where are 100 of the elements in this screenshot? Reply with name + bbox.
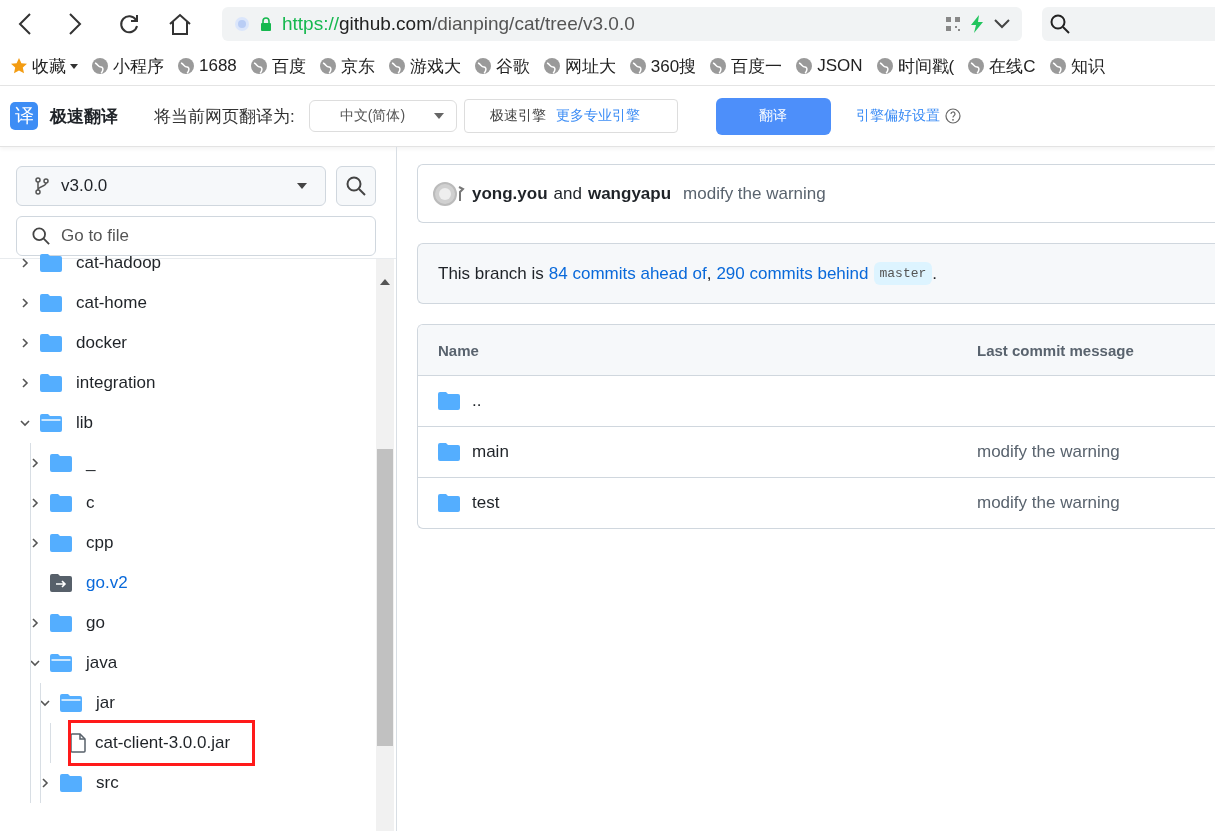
file-name-link[interactable]: test xyxy=(472,493,500,513)
globe-icon xyxy=(1048,57,1067,75)
browser-search-field[interactable] xyxy=(1042,6,1215,41)
chevron-right-icon[interactable] xyxy=(29,537,41,549)
scroll-up-icon[interactable] xyxy=(380,279,390,285)
bookmark-item[interactable]: 百度 xyxy=(249,54,306,78)
tree-item[interactable]: java xyxy=(0,643,376,683)
folder-icon xyxy=(40,334,62,352)
chevron-right-icon[interactable] xyxy=(29,457,41,469)
branch-select[interactable]: v3.0.0 xyxy=(16,166,326,206)
bookmark-item[interactable]: 百度一 xyxy=(709,54,783,78)
qr-code-icon[interactable] xyxy=(946,16,960,31)
bookmark-item[interactable]: 时间戳( xyxy=(875,54,955,78)
chevron-right-icon[interactable] xyxy=(19,257,31,269)
chevron-right-icon[interactable] xyxy=(19,297,31,309)
folder-icon xyxy=(60,774,82,792)
bookmark-item[interactable]: 网址大 xyxy=(542,54,616,78)
language-select[interactable]: 中文(简体) xyxy=(308,100,457,132)
tree-item[interactable]: cpp xyxy=(0,523,376,563)
chevron-down-icon[interactable] xyxy=(994,18,1010,29)
tree-item[interactable]: _ xyxy=(0,443,376,483)
globe-icon xyxy=(875,57,894,75)
joiner-text: and xyxy=(553,183,582,204)
translate-title: 极速翻译 xyxy=(50,105,118,128)
help-icon[interactable] xyxy=(944,108,961,124)
globe-icon xyxy=(795,57,814,75)
folder-arrow-icon xyxy=(50,574,72,592)
behind-link[interactable]: 290 commits behind xyxy=(716,263,869,284)
globe-icon xyxy=(249,57,268,75)
file-icon xyxy=(70,733,86,753)
bookmark-item[interactable]: 游戏大 xyxy=(387,54,461,78)
chevron-down-icon[interactable] xyxy=(19,417,31,429)
engine-label: 极速引擎 xyxy=(489,107,546,125)
globe-icon xyxy=(91,57,109,75)
globe-icon xyxy=(628,57,647,75)
author-link[interactable]: wangyapu xyxy=(587,183,672,204)
home-icon[interactable] xyxy=(168,12,192,35)
column-header: Last commit message xyxy=(977,341,1134,359)
commit-message-link[interactable]: modify the warning xyxy=(977,442,1120,462)
reload-icon[interactable] xyxy=(118,12,140,35)
bookmark-item[interactable]: JSON xyxy=(795,56,863,76)
site-icon xyxy=(234,15,250,32)
globe-icon xyxy=(318,57,337,75)
tree-item[interactable]: cat-home xyxy=(0,283,376,323)
period-text: . xyxy=(932,263,938,284)
globe-icon xyxy=(709,57,728,75)
tree-item[interactable]: jar xyxy=(0,683,376,723)
bookmark-item[interactable]: 小程序 xyxy=(91,54,164,78)
branch-tag: master xyxy=(873,262,933,285)
file-name-link[interactable]: .. xyxy=(472,391,482,411)
folder-icon xyxy=(50,534,72,552)
chevron-right-icon[interactable] xyxy=(29,497,41,509)
bookmark-item[interactable]: 谷歌 xyxy=(473,54,530,78)
author-link[interactable]: yong.you xyxy=(472,183,548,204)
forward-icon[interactable] xyxy=(68,12,82,35)
tree-item[interactable]: lib xyxy=(0,403,376,443)
address-bar[interactable]: https://github.com/dianping/cat/tree/v3.0.0 xyxy=(222,6,1022,41)
folder-icon xyxy=(40,294,62,312)
bookmark-item[interactable]: 在线C xyxy=(967,54,1036,78)
bookmark-item[interactable]: 360搜 xyxy=(628,54,697,78)
folder-icon xyxy=(438,392,460,410)
chevron-down-icon[interactable] xyxy=(39,697,51,709)
open-folder-icon xyxy=(50,654,72,672)
scrollbar[interactable] xyxy=(376,259,394,831)
bookmark-item[interactable]: 1688 xyxy=(177,56,237,76)
commit-message-link[interactable]: modify the warning xyxy=(977,493,1120,513)
engine-settings-link[interactable]: 引擎偏好设置 xyxy=(855,107,940,125)
folder-icon xyxy=(438,443,460,461)
search-button[interactable] xyxy=(336,166,376,206)
tree-item[interactable]: go.v2 xyxy=(0,563,376,603)
go-to-file-field[interactable]: Go to file xyxy=(16,216,376,256)
chevron-right-icon[interactable] xyxy=(19,377,31,389)
comma-text: , xyxy=(706,263,712,284)
tree-item[interactable]: c xyxy=(0,483,376,523)
bookmark-item[interactable]: 京东 xyxy=(318,54,375,78)
commit-message-link[interactable]: modify the warning xyxy=(683,183,826,204)
chevron-right-icon[interactable] xyxy=(19,337,31,349)
bookmark-item[interactable]: 收藏 xyxy=(10,54,78,78)
tree-item[interactable]: integration xyxy=(0,363,376,403)
column-header: Name xyxy=(437,341,480,359)
search-icon xyxy=(32,227,50,245)
tree-item[interactable]: src xyxy=(0,763,376,803)
back-icon[interactable] xyxy=(18,12,32,35)
ahead-link[interactable]: 84 commits ahead of xyxy=(548,263,707,284)
chevron-right-icon[interactable] xyxy=(29,617,41,629)
file-name-link[interactable]: main xyxy=(472,442,509,462)
chevron-down-icon[interactable] xyxy=(29,657,41,669)
lock-icon xyxy=(260,16,272,31)
globe-icon xyxy=(542,57,561,75)
globe-icon xyxy=(177,57,195,75)
caret-icon xyxy=(433,113,444,119)
bookmark-item[interactable]: 知识 xyxy=(1048,54,1105,78)
chevron-right-icon[interactable] xyxy=(39,777,51,789)
folder-icon xyxy=(50,494,72,512)
caret-icon xyxy=(70,63,78,69)
more-engines-link[interactable]: 更多专业引擎 xyxy=(555,107,640,125)
status-text: This branch is xyxy=(438,263,544,284)
tree-item[interactable]: go xyxy=(0,603,376,643)
scrollbar-thumb[interactable] xyxy=(377,449,393,746)
tree-item[interactable]: docker xyxy=(0,323,376,363)
